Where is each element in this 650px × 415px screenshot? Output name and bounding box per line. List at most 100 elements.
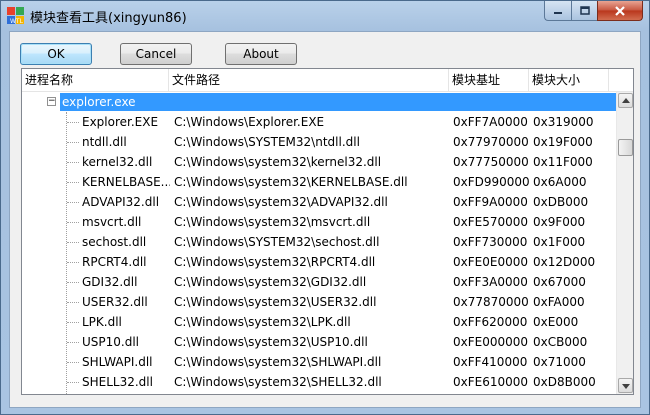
module-base: 0xFE0E0000 [453, 255, 528, 269]
process-row-explorer[interactable]: − explorer.exe [22, 92, 616, 112]
close-button[interactable] [597, 1, 643, 21]
table-row[interactable]: Explorer.EXE C:\Windows\Explorer.EXE 0xFF7… [22, 112, 616, 132]
module-base: 0xFF410000 [453, 355, 528, 369]
app-icon: WTL [7, 7, 24, 25]
tree-connector [67, 302, 79, 303]
title-bar[interactable]: WTL 模块查看工具(xingyun86) [1, 1, 649, 31]
column-header-module-base[interactable]: 模块基址 [449, 69, 529, 92]
module-size: 0x12D000 [533, 255, 596, 269]
collapse-icon[interactable]: − [47, 97, 56, 106]
scroll-down-button[interactable] [618, 378, 633, 393]
table-row[interactable]: msvcrt.dll C:\Windows\system32\msvcrt.dll… [22, 212, 616, 232]
module-path: C:\Windows\system32\USP10.dll [174, 335, 368, 349]
module-path: C:\Windows\system32\KERNELBASE.dll [174, 175, 408, 189]
module-path: C:\Windows\system32\SHLWAPI.dll [174, 355, 382, 369]
module-name: ntdll.dll [82, 135, 127, 149]
module-name: SHLWAPI.dll [82, 355, 153, 369]
tree-connector [67, 342, 79, 343]
table-row[interactable]: SHELL32.dll C:\Windows\system32\SHELL32.d… [22, 372, 616, 392]
module-size: 0xE000 [533, 315, 579, 329]
dialog-client: OK Cancel About 进程名称 文件路径 模块基址 模块大小 − ex… [9, 31, 641, 408]
module-size: 0xD8B000 [533, 375, 596, 389]
module-base: 0xFE610000 [453, 375, 529, 389]
minimize-button[interactable] [544, 1, 571, 21]
about-button[interactable]: About [225, 43, 297, 65]
module-path: C:\Windows\SYSTEM32\ntdll.dll [174, 135, 360, 149]
module-path: C:\Windows\system32\GDI32.dll [174, 275, 367, 289]
module-path: C:\Windows\Explorer.EXE [174, 115, 325, 129]
column-header-module-size[interactable]: 模块大小 [529, 69, 609, 92]
tree-connector [67, 122, 79, 123]
module-size: 0x71000 [533, 355, 586, 369]
maximize-button[interactable] [571, 1, 597, 21]
table-row[interactable]: RPCRT4.dll C:\Windows\system32\RPCRT4.dll… [22, 252, 616, 272]
table-row[interactable]: sechost.dll C:\Windows\SYSTEM32\sechost.d… [22, 232, 616, 252]
cancel-button[interactable]: Cancel [120, 43, 192, 65]
module-base: 0xFF9A0000 [453, 195, 528, 209]
module-name: kernel32.dll [82, 155, 153, 169]
module-size: 0x1F000 [533, 235, 586, 249]
module-name: KERNELBASE.... [82, 175, 170, 189]
module-name: USER32.dll [82, 295, 148, 309]
table-row[interactable]: USER32.dll C:\Windows\system32\USER32.dll… [22, 292, 616, 312]
module-list[interactable]: 进程名称 文件路径 模块基址 模块大小 − explorer.exe Explo… [21, 68, 634, 395]
vertical-scrollbar[interactable] [616, 92, 633, 394]
tree-connector [67, 202, 79, 203]
module-name: USP10.dll [82, 335, 140, 349]
module-base: 0xFF730000 [453, 235, 528, 249]
module-base: 0x77750000 [453, 155, 529, 169]
process-name: explorer.exe [60, 93, 616, 111]
module-name: SHELL32.dll [82, 375, 153, 389]
module-base: 0xFF620000 [453, 315, 528, 329]
scroll-thumb[interactable] [618, 139, 633, 156]
table-row[interactable]: LPK.dll C:\Windows\system32\LPK.dll 0xFF62… [22, 312, 616, 332]
module-name: sechost.dll [82, 235, 147, 249]
main-window: WTL 模块查看工具(xingyun86) OK Cancel About 进程… [0, 0, 650, 415]
tree-connector [67, 182, 79, 183]
tree-connector [67, 262, 79, 263]
ok-button[interactable]: OK [20, 43, 92, 65]
caption-buttons [544, 1, 643, 21]
tree-connector [67, 222, 79, 223]
maximize-icon [579, 5, 590, 15]
module-base: 0xFF3A0000 [453, 275, 528, 289]
list-header: 进程名称 文件路径 模块基址 模块大小 [22, 69, 633, 92]
module-path: C:\Windows\system32\kernel32.dll [174, 155, 382, 169]
module-path: C:\Windows\system32\USER32.dll [174, 295, 377, 309]
table-row[interactable]: KERNELBASE.... C:\Windows\system32\KERNEL… [22, 172, 616, 192]
tree-connector [67, 382, 79, 383]
module-size: 0xDB000 [533, 195, 589, 209]
scroll-up-button[interactable] [618, 93, 633, 108]
module-path: C:\Windows\system32\SHELL32.dll [174, 375, 382, 389]
module-size: 0x9F000 [533, 215, 586, 229]
table-row[interactable]: ADVAPI32.dll C:\Windows\system32\ADVAPI32… [22, 192, 616, 212]
column-header-file-path[interactable]: 文件路径 [169, 69, 449, 92]
tree-connector [67, 282, 79, 283]
tree-connector [67, 322, 79, 323]
module-size: 0x67000 [533, 275, 586, 289]
module-size: 0x6A000 [533, 175, 587, 189]
module-path: C:\Windows\system32\RPCRT4.dll [174, 255, 376, 269]
column-header-process-name[interactable]: 进程名称 [22, 69, 169, 92]
module-base: 0xFE570000 [453, 215, 529, 229]
table-row[interactable]: USP10.dll C:\Windows\system32\USP10.dll 0x… [22, 332, 616, 352]
module-size: 0xFA000 [533, 295, 585, 309]
tree-connector [67, 142, 79, 143]
module-name: LPK.dll [82, 315, 122, 329]
tree-connector [67, 242, 79, 243]
module-size: 0x319000 [533, 115, 594, 129]
module-name: ADVAPI32.dll [82, 195, 160, 209]
column-header-filler [609, 69, 633, 92]
module-base: 0x77870000 [453, 295, 529, 309]
module-base: 0x77970000 [453, 135, 529, 149]
table-row[interactable]: ntdll.dll C:\Windows\SYSTEM32\ntdll.dll 0x… [22, 132, 616, 152]
table-row[interactable]: kernel32.dll C:\Windows\system32\kernel32… [22, 152, 616, 172]
module-name: RPCRT4.dll [82, 255, 147, 269]
module-size: 0xCB000 [533, 335, 588, 349]
module-size: 0x11F000 [533, 155, 593, 169]
module-name: Explorer.EXE [82, 115, 159, 129]
table-row[interactable]: SHLWAPI.dll C:\Windows\system32\SHLWAPI.d… [22, 352, 616, 372]
module-name: GDI32.dll [82, 275, 138, 289]
table-row[interactable]: GDI32.dll C:\Windows\system32\GDI32.dll 0x… [22, 272, 616, 292]
list-rows: − explorer.exe Explorer.EXE C:\Windows\Ex… [22, 92, 616, 394]
